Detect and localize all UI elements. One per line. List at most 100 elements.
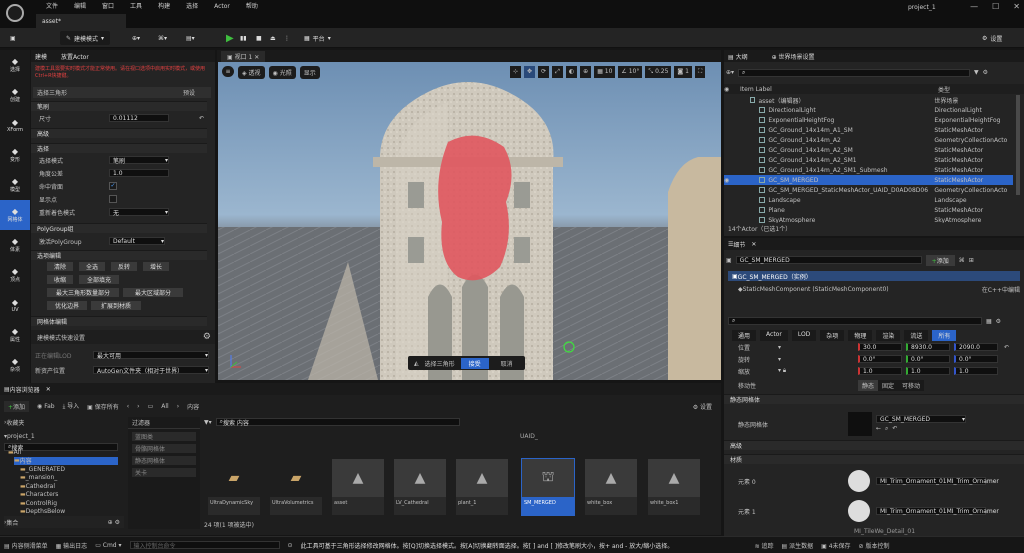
outliner-row[interactable]: ◉ GC_SM_MERGED StaticMeshActor [724, 175, 1013, 185]
outliner-row[interactable]: Plane StaticMeshActor [724, 205, 1013, 215]
show-points-checkbox[interactable] [109, 195, 117, 203]
viewport[interactable]: ≡ ◈ 透视 ◉ 光照 显示 ⊹ ✥ ⟳ ⤢ ◐ ⊕ ▦ 10 ∠ 10° ⤡ … [218, 62, 721, 380]
find-icon[interactable]: ⌕ [885, 425, 888, 433]
actor-name-field[interactable]: GC_SM_MERGED [735, 256, 922, 264]
outliner-row[interactable]: GC_Ground_14x14m_A2_SM StaticMeshActor [724, 145, 1013, 155]
menu-tools[interactable]: 工具 [122, 2, 150, 12]
close-icon[interactable]: ✕ [46, 386, 51, 393]
select-mode-dropdown[interactable]: 笔刷 ▾ [109, 156, 169, 165]
filter-tab[interactable]: 流送 [904, 330, 929, 341]
details-tab[interactable]: ☰ 细节 ✕ [724, 238, 1024, 250]
outliner-row[interactable]: GC_Ground_14x14m_A2_SM1_Submesh StaticMes… [724, 165, 1013, 175]
outliner-row[interactable]: SkyAtmosphere SkyAtmosphere [724, 215, 1013, 223]
play-icon[interactable]: ▶ [226, 31, 234, 45]
outliner-row[interactable]: ExponentialHeightFog ExponentialHeightFog [724, 115, 1013, 125]
derived-data-button[interactable]: ▤ 派生数据 [782, 541, 814, 550]
chevron-down-icon[interactable]: ▾ [778, 344, 858, 351]
asset-location-dropdown[interactable]: AutoGen文件夹（相对于世界） ▾ [93, 366, 209, 375]
location-z[interactable]: 2090.0 [954, 343, 998, 351]
fab-button[interactable]: ◉ Fab [37, 403, 55, 410]
surface-snap-icon[interactable]: ◐ [565, 66, 578, 78]
filter-tab[interactable]: Actor [760, 330, 788, 341]
section-static-mesh[interactable]: 静态网格体 [724, 394, 1024, 404]
document-tab[interactable]: asset* [36, 14, 126, 28]
blueprint-icon[interactable]: ⌘▾ [158, 31, 167, 45]
favorites-header[interactable]: › 收藏夹 [4, 417, 124, 427]
hit-back-checkbox[interactable]: ✓ [109, 182, 117, 190]
outliner-row[interactable]: GC_SM_MERGED_StaticMeshActor_UAID_D0AD08… [724, 185, 1013, 195]
folder-tree-item[interactable]: ▬ Characters [20, 491, 58, 499]
settings-icon[interactable]: ⚙ [983, 69, 988, 76]
outliner-search-input[interactable]: ⌕ [738, 68, 971, 77]
eject-icon[interactable]: ⏏ [270, 31, 276, 45]
outliner-row[interactable]: asset（编辑器） 世界场景 [724, 95, 1013, 105]
material-thumbnail[interactable] [848, 470, 870, 492]
blueprint-icon[interactable]: ⌘ [959, 257, 965, 264]
tab-outliner[interactable]: ▤ 大纲 [728, 52, 748, 61]
quick-settings-header[interactable]: 建模模式快速设置 ⚙ [31, 330, 215, 344]
mode-create[interactable]: ◆ 创建 [0, 80, 30, 110]
maximize-viewport-icon[interactable]: ⛶ [694, 66, 706, 78]
camera-speed-button[interactable]: ◙ 1 [674, 66, 692, 78]
filter-tab[interactable]: LOD [791, 330, 817, 341]
material-dropdown[interactable]: MI_Trim_Ornament_01 MI_Trim_Ornamer [876, 507, 999, 515]
grow-button[interactable]: 增长 [143, 262, 169, 271]
filter-item[interactable]: 骨骼网格体 [132, 444, 196, 453]
section-advanced[interactable]: 高级 [724, 440, 1024, 450]
console-input[interactable]: 输入控制台命令 [129, 541, 280, 550]
path-content[interactable]: 内容 [187, 402, 199, 411]
material-thumbnail[interactable] [848, 500, 870, 522]
filter-icon[interactable]: ▼▾ [204, 419, 212, 426]
maximize-icon[interactable]: ☐ [992, 2, 999, 11]
filter-tab[interactable]: 杂项 [820, 330, 845, 341]
component-row[interactable]: ◆ StaticMeshComponent (StaticMeshCompone… [738, 284, 1020, 294]
outliner-row[interactable]: Landscape Landscape [724, 195, 1013, 205]
asset-tile[interactable]: ▲ white_box1 [648, 459, 700, 515]
cinematics-icon[interactable]: ▤▾ [186, 31, 195, 45]
mobility-static[interactable]: 静态 [858, 379, 879, 391]
nav-back-icon[interactable]: ‹ [127, 403, 129, 410]
close-icon[interactable]: ✕ [751, 241, 756, 248]
mode-deform[interactable]: ◆ 变形 [0, 140, 30, 170]
tab-viewport[interactable]: ▣ 视口 1 ✕ [221, 50, 266, 62]
settings-icon[interactable]: ⚙ [996, 318, 1001, 325]
minimize-icon[interactable]: — [970, 2, 978, 11]
edit-lod-dropdown[interactable]: 最大可用 ▾ [93, 351, 209, 360]
menu-select[interactable]: 选择 [178, 2, 206, 12]
tab-modeling[interactable]: 建模 [35, 52, 47, 61]
stop-icon[interactable]: ■ [256, 31, 262, 45]
section-materials[interactable]: 材质 [724, 454, 1024, 464]
filter-tab[interactable]: 所有 [932, 330, 957, 341]
show-button[interactable]: 显示 [299, 66, 320, 79]
chevron-down-icon[interactable]: ▾ [778, 356, 858, 363]
filter-tab[interactable]: 物理 [848, 330, 873, 341]
rotation-snap-button[interactable]: ∠ 10° [618, 66, 643, 78]
perspective-button[interactable]: ◈ 透视 [238, 66, 265, 79]
gear-icon[interactable]: ⚙ [203, 332, 211, 342]
menu-edit[interactable]: 编辑 [66, 2, 94, 12]
folder-tree-item[interactable]: ▬ DepthsBelow [20, 508, 65, 516]
rotation-z[interactable]: 0.0° [954, 355, 998, 363]
details-search-input[interactable]: ⌕ [728, 317, 982, 325]
select-mode-icon[interactable]: ⊹ [510, 66, 522, 78]
asset-tile[interactable]: ▲ white_box [585, 459, 637, 515]
scale-snap-button[interactable]: ⤡ 0.25 [645, 66, 672, 78]
filter-tab[interactable]: 通用 [732, 330, 757, 341]
select-all-button[interactable]: 全选 [79, 262, 105, 271]
section-edit[interactable]: 选项编辑 [31, 250, 207, 260]
asset-tile[interactable]: ▲ plant_1 [456, 459, 508, 515]
import-button[interactable]: ⤓ 导入 [63, 401, 80, 411]
project-header[interactable]: ▾ project_1 [4, 431, 124, 441]
asset-tile[interactable]: ⛫ SM_MERGED [521, 458, 575, 516]
mode-mesh[interactable]: ◆ 网格体 [0, 200, 30, 230]
asset-tile[interactable]: ▲ asset [332, 459, 384, 515]
trace-button[interactable]: ≋ 追踪 [755, 541, 774, 550]
largest-area-button[interactable]: 最大区域部分 [123, 288, 183, 297]
recolor-dropdown[interactable]: 无 ▾ [109, 208, 169, 217]
filter-item[interactable]: 蓝图类 [132, 432, 196, 441]
col-type[interactable]: 类型 [938, 85, 950, 94]
filter-item[interactable]: 关卡 [132, 468, 196, 477]
material-dropdown[interactable]: MI_Trim_Ornament_01 MI_Trim_Ornamer [876, 477, 999, 485]
play-options-icon[interactable]: ⋮ [284, 31, 290, 45]
content-drawer-button[interactable]: ▤ 内容侧滑菜单 [4, 541, 48, 550]
